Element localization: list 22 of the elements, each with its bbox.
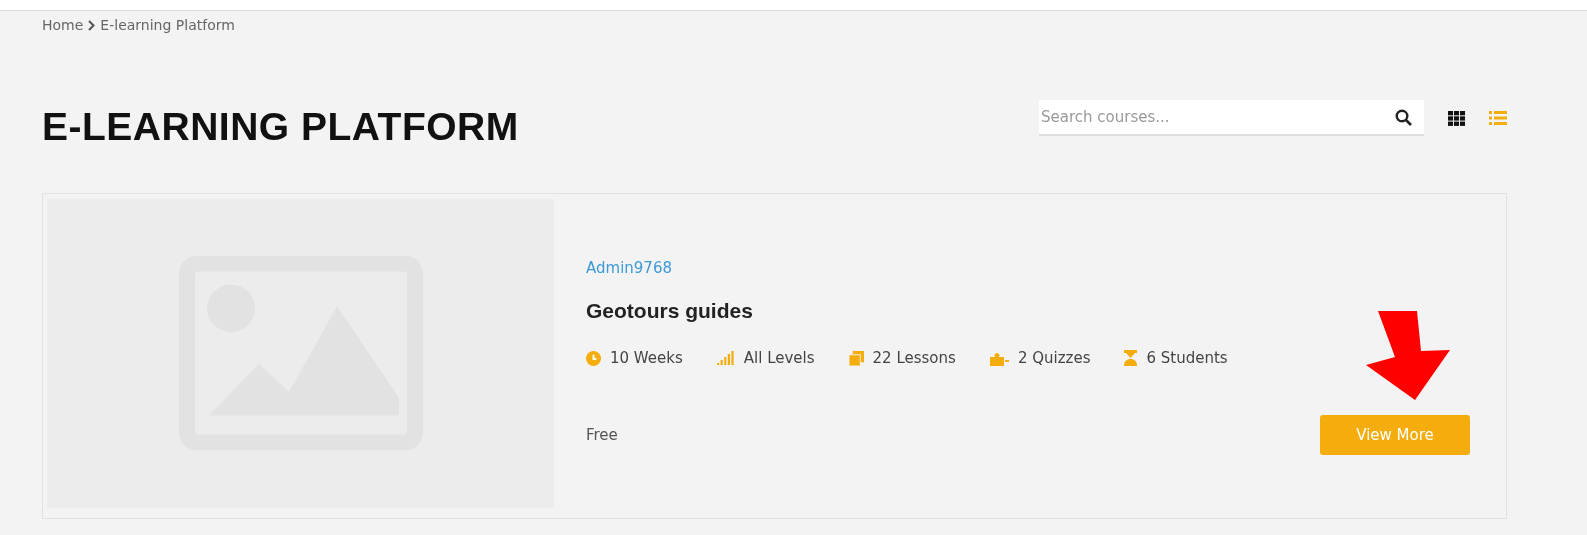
course-meta-text: All Levels bbox=[743, 349, 815, 367]
search-field[interactable]: Search courses... bbox=[1039, 100, 1424, 136]
chevron-right-icon bbox=[88, 19, 96, 31]
breadcrumb-link[interactable]: Home bbox=[42, 17, 84, 33]
course-meta-text: 22 Lessons bbox=[872, 349, 956, 367]
signal-bars-icon bbox=[716, 351, 735, 365]
grid-icon bbox=[1448, 110, 1465, 126]
course-meta-text: 6 Students bbox=[1146, 349, 1228, 367]
copy-icon bbox=[848, 350, 864, 366]
course-meta-text: 10 Weeks bbox=[610, 349, 683, 367]
search-icon[interactable] bbox=[1395, 109, 1412, 126]
list-icon bbox=[1489, 110, 1507, 126]
page-title: E-LEARNING PLATFORM bbox=[42, 105, 519, 149]
grid-view-button[interactable] bbox=[1448, 110, 1465, 126]
course-price: Free bbox=[586, 426, 618, 444]
course-meta-text: 2 Quizzes bbox=[1017, 349, 1091, 367]
clock-icon bbox=[586, 350, 601, 366]
breadcrumb-current: E-learning Platform bbox=[100, 17, 235, 33]
author-link[interactable]: Admin9768 bbox=[586, 259, 672, 277]
course-title: Geotours guides bbox=[586, 299, 754, 323]
view-more-button[interactable]: View More bbox=[1320, 415, 1470, 455]
puzzle-icon bbox=[989, 350, 1009, 366]
